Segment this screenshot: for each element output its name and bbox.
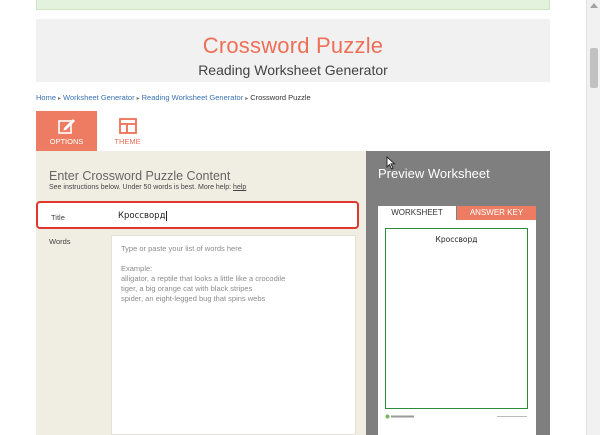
tab-theme-label: THEME: [114, 137, 141, 146]
words-placeholder-line: Type or paste your list of words here: [121, 244, 242, 253]
scroll-up-arrow-icon[interactable]: [590, 3, 598, 8]
title-row: Title Кроссворд: [36, 201, 359, 229]
title-input[interactable]: Кроссворд: [113, 206, 353, 226]
words-placeholder-line: spider, an eight-legged bug that spins w…: [121, 294, 266, 303]
worksheet-frame: Кроссворд: [385, 228, 528, 409]
words-label: Words: [49, 237, 71, 246]
tab-options[interactable]: OPTIONS: [36, 111, 97, 151]
worksheet-footer-line: [497, 416, 527, 417]
words-textarea[interactable]: Type or paste your list of words here Ex…: [111, 235, 356, 435]
breadcrumb-separator: ▸: [58, 96, 62, 102]
worksheet-title: Кроссворд: [435, 235, 478, 244]
scrollbar-thumb[interactable]: [590, 48, 598, 88]
tab-worksheet[interactable]: WORKSHEET: [378, 206, 456, 220]
tab-theme[interactable]: THEME: [97, 111, 158, 151]
vertical-scrollbar[interactable]: [586, 0, 600, 435]
words-placeholder-line: tiger, a big orange cat with black strip…: [121, 284, 253, 293]
title-input-value: Кроссворд: [118, 211, 166, 221]
options-panel: Enter Crossword Puzzle Content See instr…: [36, 151, 366, 435]
page-subtitle: Reading Worksheet Generator: [198, 62, 388, 78]
breadcrumb: Home ▸ Worksheet Generator ▸ Reading Workshe…: [36, 93, 311, 102]
words-placeholder-spacer: [121, 254, 346, 264]
mouse-pointer-icon: [386, 156, 396, 170]
page-header: Crossword Puzzle Reading Worksheet Gener…: [36, 19, 550, 82]
tab-options-label: OPTIONS: [49, 137, 84, 146]
breadcrumb-home[interactable]: Home: [36, 93, 56, 102]
title-label: Title: [51, 213, 65, 222]
breadcrumb-reading-worksheet-generator[interactable]: Reading Worksheet Generator: [142, 93, 244, 102]
instructions-text: See instructions below. Under 50 words i…: [49, 184, 234, 191]
pencil-square-icon: [57, 119, 75, 134]
options-instructions: See instructions below. Under 50 words i…: [49, 184, 246, 191]
text-caret: [166, 210, 168, 221]
notification-strip: [36, 0, 550, 10]
worksheet-preview[interactable]: Кроссворд: [378, 220, 536, 435]
options-heading: Enter Crossword Puzzle Content: [49, 169, 231, 183]
preview-panel: Preview Worksheet WORKSHEET ANSWER KEY К…: [366, 151, 550, 435]
tab-answer-key[interactable]: ANSWER KEY: [457, 206, 536, 220]
worksheet-footer-logo-icon: [385, 414, 414, 419]
breadcrumb-worksheet-generator[interactable]: Worksheet Generator: [63, 93, 135, 102]
layout-grid-icon: [118, 118, 137, 134]
breadcrumb-current: Crossword Puzzle: [250, 93, 311, 102]
words-placeholder-line: alligator, a reptile that looks a little…: [121, 274, 286, 283]
page: Crossword Puzzle Reading Worksheet Gener…: [0, 0, 600, 435]
breadcrumb-separator: ▸: [245, 96, 249, 102]
help-link[interactable]: help: [233, 184, 246, 191]
words-placeholder-line: Example:: [121, 264, 153, 273]
breadcrumb-separator: ▸: [136, 96, 140, 102]
page-title: Crossword Puzzle: [202, 33, 384, 58]
